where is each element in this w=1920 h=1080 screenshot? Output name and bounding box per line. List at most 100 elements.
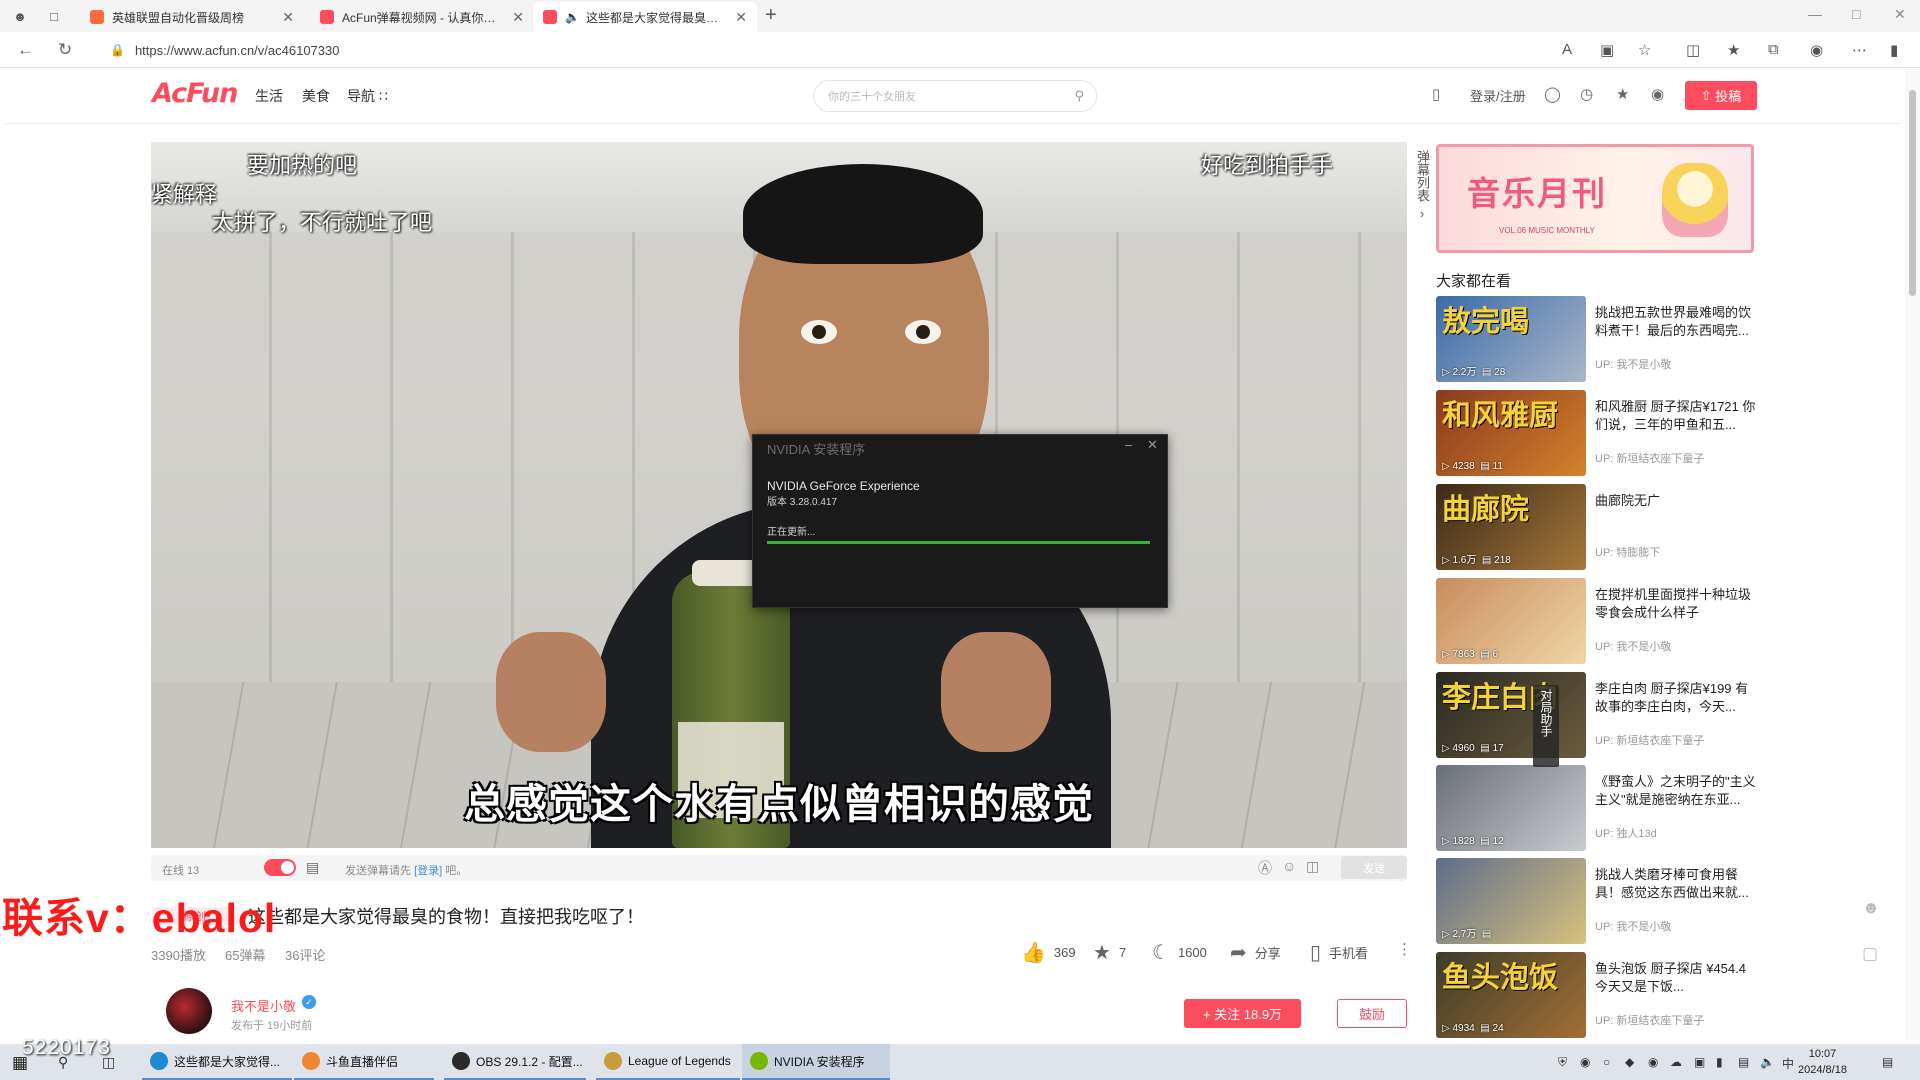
upload-button[interactable]: ⇧ 投稿 <box>1685 81 1757 110</box>
recommend-title[interactable]: 曲廊院无广 <box>1595 492 1758 510</box>
recommend-item[interactable]: ▷ 2.7万 ▤ 挑战人类磨牙棒可食用餐具！感觉这东西做出来就... UP: 我不… <box>1436 858 1756 944</box>
app-available-icon[interactable]: ▣ <box>1600 41 1614 59</box>
search-input[interactable]: 你的三十个女朋友 ⚲ <box>813 80 1097 112</box>
recommend-uploader[interactable]: UP: 我不是小敬 <box>1595 638 1671 654</box>
recommend-item[interactable]: 鱼头泡饭 ▷ 4934 ▤ 24 鱼头泡饭 厨子探店 ¥454.4 今天又是下饭..… <box>1436 952 1756 1038</box>
mobile-icon[interactable]: ▯ <box>1432 85 1440 103</box>
app-tray-icon[interactable]: ◉ <box>1580 1055 1590 1069</box>
recommend-uploader[interactable]: UP: 我不是小敬 <box>1595 356 1671 372</box>
profile-icon[interactable]: ☻ <box>10 6 30 26</box>
volume-icon[interactable]: 🔈 <box>1760 1055 1775 1069</box>
recommend-item[interactable]: ▷ 7863 ▤ 6 在搅拌机里面搅拌十种垃圾零食会成什么样子 UP: 我不是小敬 <box>1436 578 1756 664</box>
recommend-uploader[interactable]: UP: 新垣结衣座下童子 <box>1595 450 1704 466</box>
nav-food[interactable]: 美食 <box>302 86 330 106</box>
taskbar-app-douyu[interactable]: 斗鱼直播伴侣 <box>294 1044 434 1080</box>
tab-actions-icon[interactable]: □ <box>44 6 64 26</box>
nvidia-installer-dialog[interactable]: NVIDIA 安装程序 – ✕ NVIDIA GeForce Experienc… <box>752 434 1168 608</box>
mic-tray-icon[interactable]: ▮ <box>1716 1055 1723 1069</box>
shield-tray-icon[interactable]: ⛨ <box>1558 1055 1567 1070</box>
app-tray-icon[interactable]: ◆ <box>1625 1055 1634 1069</box>
recommend-thumbnail[interactable]: 鱼头泡饭 ▷ 4934 ▤ 24 <box>1436 952 1586 1038</box>
gift-icon[interactable]: ◫ <box>1306 858 1319 875</box>
speaker-icon[interactable]: 🔈 <box>565 10 580 24</box>
tab-lol-ranking[interactable]: 英雄联盟自动化晋级周榜 ✕ <box>80 2 304 32</box>
taskbar-app-obs[interactable]: OBS 29.1.2 - 配置... <box>444 1044 586 1080</box>
tab-close-icon[interactable]: ✕ <box>735 9 747 26</box>
taskbar-clock[interactable]: 10:07 2024/8/18 <box>1798 1046 1847 1078</box>
recommend-item[interactable]: 李庄白肉 ▷ 4960 ▤ 17 李庄白肉 厨子探店¥199 有故事的李庄白肉，今天… <box>1436 672 1756 758</box>
read-aloud-icon[interactable]: A <box>1562 41 1572 58</box>
recommend-thumbnail[interactable]: 曲廊院 ▷ 1.6万 ▤ 218 <box>1436 484 1586 570</box>
more-options-icon[interactable]: ⋮ <box>1397 940 1412 958</box>
dialog-minimize-icon[interactable]: – <box>1125 437 1132 452</box>
new-tab-icon[interactable]: + <box>765 4 777 27</box>
recommend-thumbnail[interactable]: ▷ 2.7万 ▤ <box>1436 858 1586 944</box>
uploader-name[interactable]: 我不是小敬 <box>231 996 296 1015</box>
recommend-thumbnail[interactable]: 和风雅厨 ▷ 4238 ▤ 11 <box>1436 390 1586 476</box>
back-icon[interactable]: ← <box>17 40 34 60</box>
share-button[interactable]: ➦ 分享 <box>1230 940 1281 965</box>
recommend-uploader[interactable]: UP: 我不是小敬 <box>1595 918 1671 934</box>
comment-float-icon[interactable]: ▢ <box>1862 944 1878 964</box>
recommend-item[interactable]: 敖完喝 ▷ 2.2万 ▤ 28 挑战把五款世界最难喝的饮料煮干！最后的东西喝完...… <box>1436 296 1756 382</box>
tab-close-icon[interactable]: ✕ <box>512 9 524 26</box>
recommend-item[interactable]: 和风雅厨 ▷ 4238 ▤ 11 和风雅厨 厨子探店¥1721 你们说，三年的甲鱼和… <box>1436 390 1756 476</box>
collection-icon[interactable]: ★ <box>1616 85 1629 103</box>
tab-close-icon[interactable]: ✕ <box>282 9 294 26</box>
danmaku-settings-icon[interactable]: ▤ <box>306 859 319 876</box>
network-icon[interactable]: ▤ <box>1738 1055 1749 1069</box>
recommend-title[interactable]: 挑战人类磨牙棒可食用餐具！感觉这东西做出来就... <box>1595 866 1758 902</box>
login-link[interactable]: [登录] <box>414 865 442 877</box>
customer-service-icon[interactable]: ☻ <box>1862 898 1880 918</box>
nav-life[interactable]: 生活 <box>255 86 283 106</box>
url-field[interactable]: 🔒 https://www.acfun.cn/v/ac46107330 <box>96 36 1576 64</box>
banana-button[interactable]: ☾ 1600 <box>1152 940 1207 965</box>
danmaku-input[interactable]: 发送弹幕请先 [登录] 吧。 <box>345 862 467 878</box>
scrollbar-thumb[interactable] <box>1909 90 1916 296</box>
recommend-item[interactable]: ▷ 1828 ▤ 12 《野蛮人》之末明子的"主义主义"就是施密纳在东亚... UP… <box>1436 765 1756 851</box>
mobile-watch-button[interactable]: ▯ 手机看 <box>1310 940 1368 965</box>
uploader-avatar[interactable] <box>166 988 212 1034</box>
maximize-icon[interactable]: □ <box>1852 6 1860 22</box>
browser-essentials-icon[interactable]: ◉ <box>1810 41 1823 59</box>
send-danmaku-button[interactable]: 发送 <box>1341 856 1407 879</box>
recommend-uploader[interactable]: UP: 独人13d <box>1595 825 1657 841</box>
app-tray-icon[interactable]: ○ <box>1603 1055 1610 1069</box>
recommend-item[interactable]: 曲廊院 ▷ 1.6万 ▤ 218 曲廊院无广 UP: 特膨膨下 <box>1436 484 1756 570</box>
search-icon[interactable]: ⚲ <box>1074 88 1084 104</box>
page-scrollbar[interactable] <box>1905 68 1920 1040</box>
refresh-icon[interactable]: ↻ <box>58 40 72 60</box>
recommend-title[interactable]: 挑战把五款世界最难喝的饮料煮干！最后的东西喝完... <box>1595 304 1758 340</box>
notification-icon[interactable]: ◉ <box>1651 85 1664 103</box>
recommend-thumbnail[interactable]: ▷ 7863 ▤ 6 <box>1436 578 1586 664</box>
recommend-title[interactable]: 李庄白肉 厨子探店¥199 有故事的李庄白肉，今天... <box>1595 680 1758 716</box>
message-icon[interactable]: ◯ <box>1544 85 1561 103</box>
ime-indicator[interactable]: 中 <box>1782 1055 1794 1072</box>
follow-button[interactable]: + 关注 18.9万 <box>1184 999 1301 1028</box>
sidebar-toggle-icon[interactable]: ▮ <box>1890 41 1898 59</box>
tab-acfun-home[interactable]: AcFun弹幕视频网 - 认真你就输啦 ✕ <box>310 2 534 32</box>
login-link[interactable]: 登录/注册 <box>1470 86 1526 105</box>
history-icon[interactable]: ◷ <box>1580 85 1593 103</box>
recommend-title[interactable]: 在搅拌机里面搅拌十种垃圾零食会成什么样子 <box>1595 586 1758 622</box>
recommend-uploader[interactable]: UP: 新垣结衣座下童子 <box>1595 1012 1704 1028</box>
danmaku-list-tab[interactable]: 弹幕列表 › <box>1414 150 1430 222</box>
cloud-tray-icon[interactable]: ☁ <box>1670 1055 1682 1069</box>
font-style-icon[interactable]: Ⓐ <box>1258 858 1272 878</box>
favorites-icon[interactable]: ★ <box>1727 41 1740 59</box>
recommend-title[interactable]: 和风雅厨 厨子探店¥1721 你们说，三年的甲鱼和五... <box>1595 398 1758 434</box>
recommend-title[interactable]: 《野蛮人》之末明子的"主义主义"就是施密纳在东亚... <box>1595 773 1758 809</box>
emoji-icon[interactable]: ☺ <box>1282 858 1296 874</box>
split-screen-icon[interactable]: ◫ <box>1686 41 1700 59</box>
taskbar-app-browser[interactable]: 这些都是大家觉得... <box>142 1044 292 1080</box>
match-helper-tab[interactable]: 对局助手 <box>1533 685 1559 767</box>
collections-icon[interactable]: ⧉ <box>1768 41 1779 58</box>
danmaku-toggle[interactable] <box>264 859 296 876</box>
dialog-close-icon[interactable]: ✕ <box>1147 437 1158 453</box>
like-button[interactable]: 👍 369 <box>1021 940 1076 965</box>
more-menu-icon[interactable]: ⋯ <box>1852 41 1867 59</box>
recommend-thumbnail[interactable]: ▷ 1828 ▤ 12 <box>1436 765 1586 851</box>
taskbar-app-lol[interactable]: League of Legends <box>596 1044 740 1080</box>
recommend-uploader[interactable]: UP: 新垣结衣座下童子 <box>1595 732 1704 748</box>
music-monthly-banner[interactable]: 音乐月刊 VOL.06 MUSIC MONTHLY <box>1436 144 1754 253</box>
